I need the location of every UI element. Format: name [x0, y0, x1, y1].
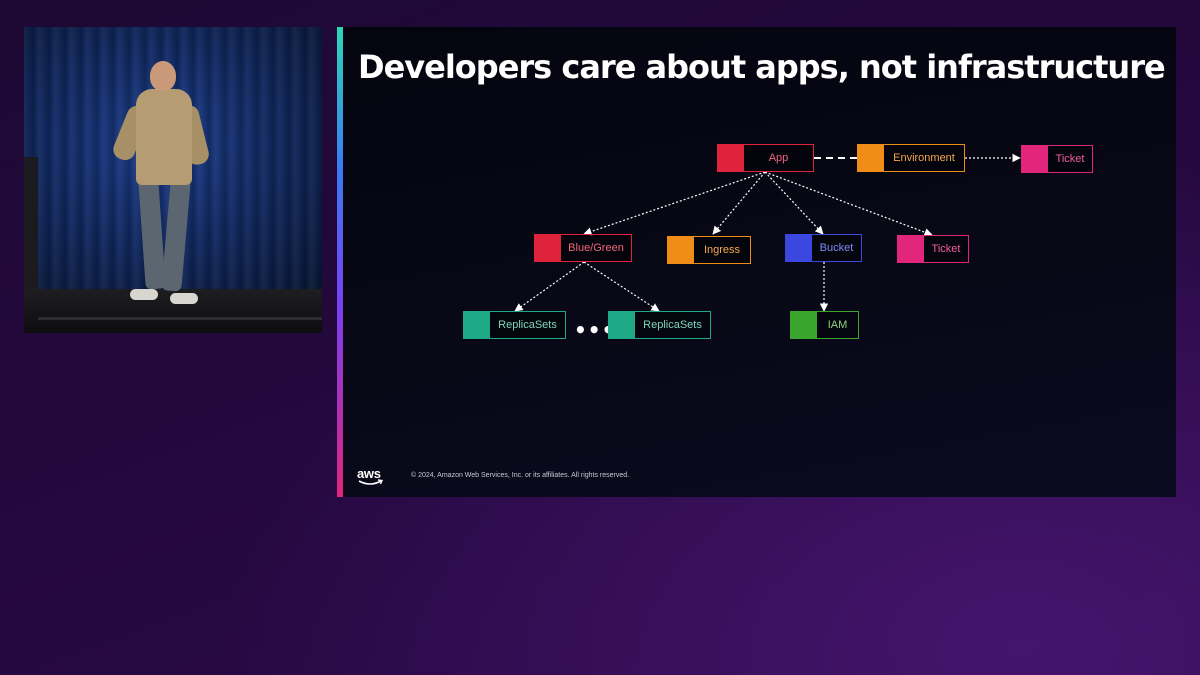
node-app: App: [717, 144, 814, 172]
copyright-notice: © 2024, Amazon Web Services, Inc. or its…: [411, 472, 630, 479]
node-label: ReplicaSets: [635, 311, 711, 339]
node-environment: Environment: [857, 144, 965, 172]
node-swatch: [857, 144, 884, 172]
node-label: IAM: [817, 311, 859, 339]
aws-logo: aws: [357, 467, 385, 487]
node-swatch: [1021, 145, 1048, 173]
edge-bluegreen-replicasets-2: [583, 261, 660, 312]
node-label: App: [744, 144, 814, 172]
presenter-figure: [110, 61, 211, 311]
node-swatch: [897, 235, 924, 263]
speaker-video-feed: [24, 27, 322, 333]
aws-smile-icon: [358, 479, 384, 485]
node-label: Ticket: [924, 235, 969, 263]
node-label: Environment: [884, 144, 965, 172]
node-ticket: Ticket: [897, 235, 969, 263]
node-iam: IAM: [790, 311, 859, 339]
node-replicasets-2: ReplicaSets: [608, 311, 711, 339]
node-label: ReplicaSets: [490, 311, 566, 339]
diagram-connectors: [514, 153, 1021, 312]
node-ticket-top: Ticket: [1021, 145, 1093, 173]
node-swatch: [785, 234, 812, 262]
node-label: Blue/Green: [561, 234, 632, 262]
node-swatch: [667, 236, 694, 264]
stage-edge: [38, 317, 322, 320]
node-replicasets-1: ReplicaSets: [463, 311, 566, 339]
presentation-slide: Developers care about apps, not infrastr…: [337, 27, 1176, 497]
edge-app-bucket: [764, 171, 824, 235]
node-bucket: Bucket: [785, 234, 862, 262]
node-swatch: [717, 144, 744, 172]
node-label: Bucket: [812, 234, 862, 262]
node-swatch: [463, 311, 490, 339]
node-label: Ingress: [694, 236, 751, 264]
edge-app-ingress: [712, 171, 766, 235]
node-swatch: [790, 311, 817, 339]
node-label: Ticket: [1048, 145, 1093, 173]
node-swatch: [608, 311, 635, 339]
edge-bluegreen-replicasets-1: [514, 261, 585, 312]
edge-app-ticket: [764, 171, 933, 237]
edge-app-bluegreen: [583, 171, 766, 236]
node-swatch: [534, 234, 561, 262]
node-ingress: Ingress: [667, 236, 751, 264]
node-blue-green: Blue/Green: [534, 234, 632, 262]
